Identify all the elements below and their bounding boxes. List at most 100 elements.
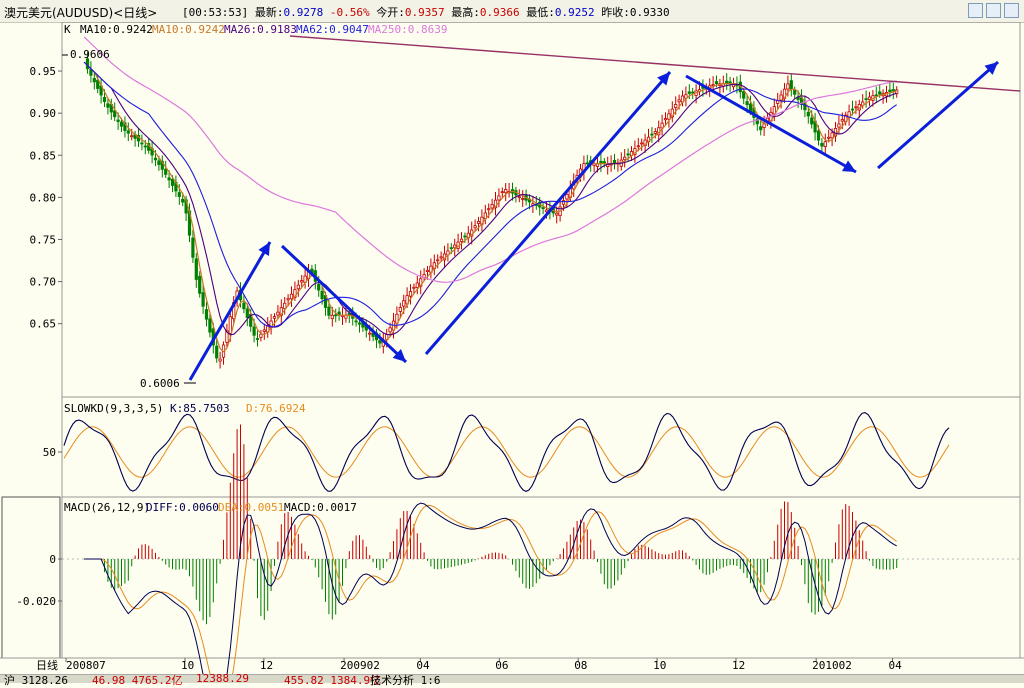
candle-body [840,119,844,122]
low-value: 0.9252 [554,6,595,19]
legend-ma10: MA10:0.9242 [80,23,153,36]
candle-body [388,327,392,333]
candle-body [878,91,882,95]
candle-body [779,94,783,101]
candle-body [119,121,124,127]
open-label: 今开: [376,6,405,19]
candle-body [177,192,181,197]
macd-dea-value: DEA:0.0051 [218,501,284,514]
candle-body [334,314,338,317]
candle-body [714,81,719,85]
trend-arrow [424,71,672,355]
restore-window-icon[interactable] [968,3,983,18]
candle-body [116,119,120,122]
candle-body [289,293,294,300]
candle-body [204,309,209,320]
resistance-trendline [289,35,1021,92]
legend-k: K [64,23,71,36]
y-tick-label: 0.70 [30,276,57,289]
candle-body [330,314,334,320]
candle-body [677,99,681,103]
candle-body [476,221,481,224]
candle-body [854,106,858,109]
candle-body [786,83,790,90]
candle-body [487,208,491,211]
macd-diff-value: DIFF:0.0060 [146,501,219,514]
low-annotation: 0.6006 [140,377,180,390]
candle-body [667,113,671,120]
candle-body [490,204,494,209]
candle-body [415,282,419,288]
macd-diff-line [84,502,897,674]
candle-body [300,280,304,283]
candle-body [402,300,406,307]
candle-body [252,326,256,336]
candle-body [255,338,260,340]
candle-body [317,283,321,291]
candle-body [541,207,545,209]
status-change-2: 455.82 1384.9亿 [284,674,382,687]
y-tick-label: 0.95 [30,65,57,78]
candle-body [140,142,144,145]
x-tick-label: 10 [181,659,194,672]
candle-body [167,177,171,181]
candle-body [793,89,797,95]
candle-body [143,145,147,148]
candle-body [412,286,416,289]
candle-body [201,292,205,307]
open-value: 0.9357 [404,6,445,19]
candle-body [459,238,464,242]
ma10-line [83,61,897,353]
period-label: 日线 [36,658,58,672]
main-panel-frame [61,22,1021,398]
macd-tick-label: 0 [49,553,56,566]
x-tick-label: 04 [416,659,430,672]
price-chart[interactable]: 0.95 0.90 0.85 0.80 0.75 0.70 0.65 50 0 -0.020 200… [0,22,1024,674]
latest-label: 最新: [254,6,284,19]
candle-body [687,91,691,94]
axis-ticks: 0.95 0.90 0.85 0.80 0.75 0.70 0.65 50 0 -0.020 200… [16,65,1020,672]
candle-body [830,132,834,139]
candle-body [354,320,358,323]
macd-panel-frame [61,496,1021,659]
status-index: 沪 3128.26 [4,674,68,687]
candle-body [663,118,668,121]
close-window-icon[interactable] [1004,3,1019,18]
x-tick-label: 12 [260,659,273,672]
candle-body [296,284,300,290]
prev-label: 昨收: [601,6,630,19]
y-tick-label: 0.75 [30,233,57,246]
candle-body [357,322,362,325]
candle-body [816,130,821,141]
candle-body [283,302,287,309]
candle-body [874,94,878,97]
candle-body [368,332,372,335]
ma62-line [83,61,898,328]
candle-body [497,195,501,201]
candle-body [425,269,430,272]
ma250-line [83,36,897,283]
selection-box [1,496,61,659]
x-tick-label: 12 [732,659,745,672]
candle-body [660,122,664,129]
maximize-window-icon[interactable] [986,3,1001,18]
candle-body [742,91,746,99]
candle-body [748,103,753,112]
candle-body [463,235,467,238]
trend-arrow [877,60,999,170]
candle-body [218,358,222,362]
legend-ma62: MA62:0.9047 [296,23,369,36]
x-tick-label: 08 [574,659,587,672]
x-tick-label: 200902 [340,659,380,672]
x-tick-label: 06 [495,659,508,672]
candle-body [789,80,793,90]
candle-body [378,340,382,344]
kd-tick-label: 50 [43,446,56,459]
candle-body [517,196,521,199]
macd-value: MACD:0.0017 [284,501,357,514]
candle-body [867,96,872,100]
panel-labels: K MA10:0.9242 MA10:0.9242 MA26:0.9183 MA… [36,23,447,672]
trend-arrow [685,74,857,174]
kd-label: SLOWKD(9,3,3,5) [64,402,163,415]
candle-body [500,191,504,194]
